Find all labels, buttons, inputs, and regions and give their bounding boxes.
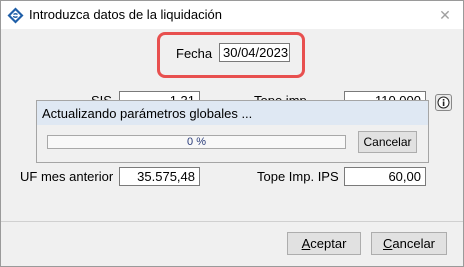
uf-mes-anterior-label: UF mes anterior xyxy=(20,169,114,184)
cancel-label-rest: ancelar xyxy=(392,236,436,251)
progress-dialog: Actualizando parámetros globales ... 0 %… xyxy=(36,100,429,163)
progress-percent-text: 0 % xyxy=(187,136,206,148)
close-icon[interactable]: ✕ xyxy=(433,4,457,26)
info-icon[interactable] xyxy=(435,94,452,111)
cancel-accel-letter: C xyxy=(382,236,393,251)
progress-dialog-header: Actualizando parámetros globales ... xyxy=(37,101,428,125)
fecha-highlight-box xyxy=(157,32,305,78)
uf-mes-anterior-input[interactable]: 35.575,48 xyxy=(119,167,200,186)
dialog-window: Introduzca datos de la liquidación ✕ Fec… xyxy=(0,0,464,267)
tope-imp-ips-label: Tope Imp. IPS xyxy=(257,169,339,184)
accept-label-rest: ceptar xyxy=(310,236,347,251)
tope-imp-ips-input[interactable]: 60,00 xyxy=(344,167,426,186)
cancel-button[interactable]: Cancelar xyxy=(371,232,447,255)
accept-button[interactable]: Aceptar xyxy=(287,232,361,255)
app-logo-icon xyxy=(7,7,24,24)
progress-title: Actualizando parámetros globales ... xyxy=(42,106,253,121)
footer-divider xyxy=(1,221,463,222)
progress-cancel-button[interactable]: Cancelar xyxy=(358,131,417,153)
accept-accel-letter: A xyxy=(301,236,311,251)
title-bar: Introduzca datos de la liquidación ✕ xyxy=(1,1,463,29)
window-title: Introduzca datos de la liquidación xyxy=(29,7,222,22)
progress-bar: 0 % xyxy=(47,135,346,149)
